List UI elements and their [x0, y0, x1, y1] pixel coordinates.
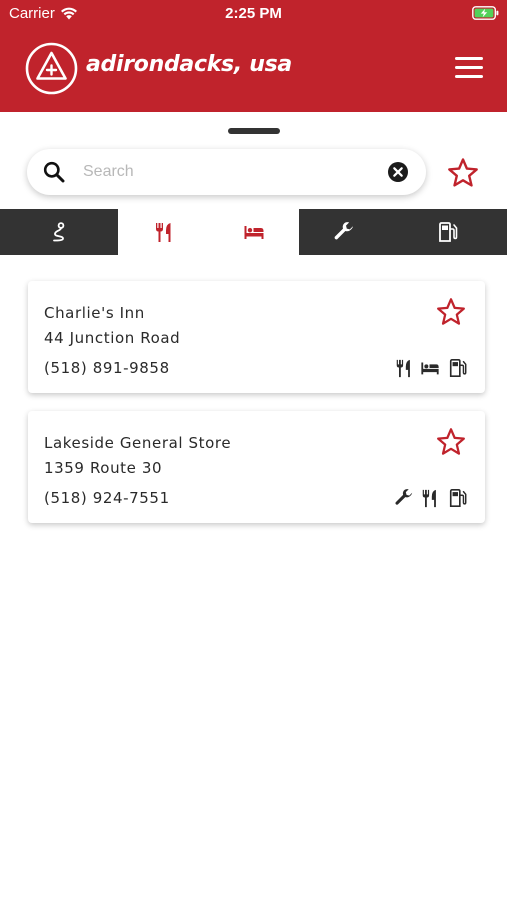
clear-search-icon[interactable]: [388, 162, 408, 182]
battery-charging-icon: [472, 6, 499, 20]
place-card[interactable]: Lakeside General Store 1359 Route 30 (51…: [28, 411, 485, 523]
hamburger-menu-icon[interactable]: [455, 57, 483, 79]
favorites-star-icon[interactable]: [447, 157, 479, 189]
category-filter-bar: [0, 209, 507, 255]
tab-gas-stations[interactable]: [389, 209, 507, 255]
drawer-handle[interactable]: [228, 128, 280, 134]
place-name: Lakeside General Store: [44, 434, 232, 452]
app-header: Carrier 2:25 PM adirondacks, usa: [0, 0, 507, 112]
service-wrench-icon: [395, 489, 413, 505]
app-logo-text: adirondacks, usa: [86, 52, 292, 77]
place-card[interactable]: Charlie's Inn 44 Junction Road (518) 891…: [28, 281, 485, 393]
search-icon: [43, 161, 65, 183]
restaurant-icon: [396, 359, 410, 378]
restaurant-icon: [155, 223, 170, 242]
route-icon: [53, 222, 65, 242]
status-bar: Carrier 2:25 PM: [0, 0, 507, 28]
tab-restaurants[interactable]: [118, 209, 209, 255]
place-address: 44 Junction Road: [44, 329, 181, 347]
lodging-icon: [421, 362, 439, 375]
gas-station-icon: [439, 222, 458, 242]
place-phone-link[interactable]: (518) 891-9858: [44, 359, 170, 377]
lodging-icon: [244, 226, 264, 239]
tab-services[interactable]: [299, 209, 389, 255]
status-time: 2:25 PM: [225, 5, 282, 22]
search-bar: [27, 149, 426, 195]
adirondacks-logo-icon: [25, 42, 78, 95]
service-wrench-icon: [334, 222, 353, 240]
tab-routes[interactable]: [0, 209, 118, 255]
favorite-star-icon[interactable]: [436, 297, 466, 327]
restaurant-icon: [422, 489, 436, 508]
gas-station-icon: [449, 489, 467, 507]
place-phone-link[interactable]: (518) 924-7551: [44, 489, 170, 507]
search-input[interactable]: [83, 157, 373, 187]
favorite-star-icon[interactable]: [436, 427, 466, 457]
gas-station-icon: [449, 359, 467, 377]
place-name: Charlie's Inn: [44, 304, 145, 322]
tab-lodging[interactable]: [209, 209, 299, 255]
place-address: 1359 Route 30: [44, 459, 163, 477]
